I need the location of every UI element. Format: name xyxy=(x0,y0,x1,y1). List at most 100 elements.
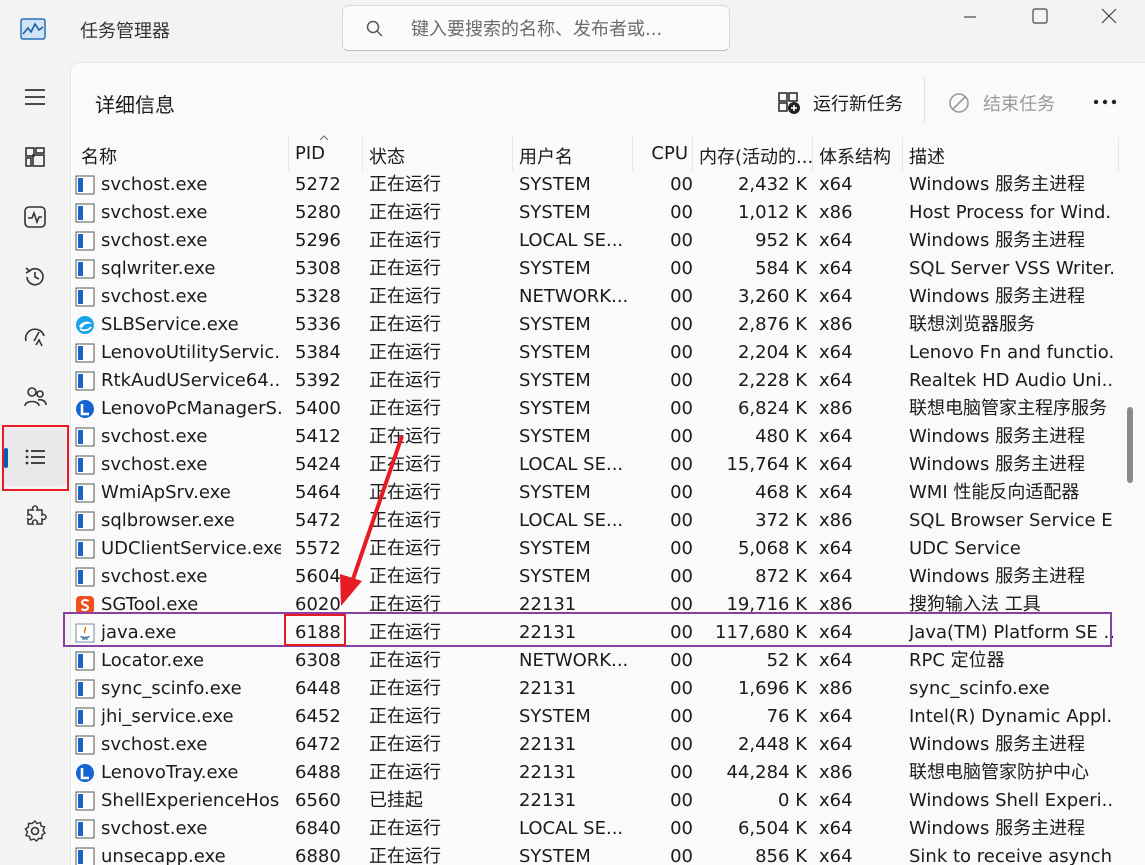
process-architecture: x64 xyxy=(819,818,853,839)
process-description: SQL Server VSS Writer... xyxy=(909,258,1113,279)
svc-icon xyxy=(75,707,95,727)
table-row[interactable]: svchost.exe 5412 正在运行 SYSTEM 00 480 K x64 Windo… xyxy=(71,423,1119,451)
process-pid: 5464 xyxy=(295,482,341,503)
svc-icon xyxy=(75,735,95,755)
process-architecture: x64 xyxy=(819,566,853,587)
process-memory: 52 K xyxy=(766,650,807,671)
process-memory: 480 K xyxy=(755,426,807,447)
table-row[interactable]: UDClientService.exe 5572 正在运行 SYSTEM 00 5,068… xyxy=(71,535,1119,563)
process-user: SYSTEM xyxy=(519,342,591,363)
process-status: 正在运行 xyxy=(369,706,441,727)
column-header-description[interactable]: 描述 xyxy=(903,137,1119,171)
process-architecture: x86 xyxy=(819,398,853,419)
table-row[interactable]: svchost.exe 5272 正在运行 SYSTEM 00 2,432 K x64 Win… xyxy=(71,171,1119,199)
nav-users[interactable] xyxy=(4,368,66,426)
process-name: svchost.exe xyxy=(101,202,208,223)
table-row[interactable]: SLBService.exe 5336 正在运行 SYSTEM 00 2,876 K x86… xyxy=(71,311,1119,339)
table-row[interactable]: LenovoUtilityServic... 5384 正在运行 SYSTEM 00 2,… xyxy=(71,339,1119,367)
column-header-pid-label: PID xyxy=(295,143,326,164)
process-pid: 5336 xyxy=(295,314,341,335)
table-row[interactable]: sync_scinfo.exe 6448 正在运行 22131 00 1,696 K x86… xyxy=(71,675,1119,703)
nav-services[interactable] xyxy=(4,488,66,546)
close-button[interactable] xyxy=(1078,0,1138,34)
process-user: SYSTEM xyxy=(519,538,591,559)
process-pid: 5400 xyxy=(295,398,341,419)
process-description: Sink to receive asynch... xyxy=(909,846,1113,865)
column-header-status[interactable]: 状态 xyxy=(363,137,513,171)
process-description: SQL Browser Service E... xyxy=(909,510,1113,531)
hamburger-menu-button[interactable] xyxy=(4,68,66,126)
process-status: 正在运行 xyxy=(369,454,441,475)
process-description: Host Process for Wind... xyxy=(909,202,1113,223)
svc-icon xyxy=(75,651,95,671)
svc-icon xyxy=(75,455,95,475)
process-user: 22131 xyxy=(519,678,577,699)
table-row[interactable]: LenovoPcManagerS... 5400 正在运行 SYSTEM 00 6,824… xyxy=(71,395,1119,423)
search-input[interactable] xyxy=(411,16,711,42)
process-pid: 6840 xyxy=(295,818,341,839)
process-status: 正在运行 xyxy=(369,370,441,391)
svc-icon xyxy=(75,483,95,503)
process-description: WMI 性能反向适配器 xyxy=(909,482,1080,503)
process-description: Windows Shell Experi... xyxy=(909,790,1113,811)
process-architecture: x64 xyxy=(819,230,853,251)
table-row[interactable]: unsecapp.exe 6880 正在运行 SYSTEM 00 856 K x64 Sink… xyxy=(71,843,1119,865)
column-header-memory[interactable]: 内存(活动的... xyxy=(693,137,813,171)
nav-app-history[interactable] xyxy=(4,248,66,306)
process-name: LenovoTray.exe xyxy=(101,762,239,783)
process-pid: 6452 xyxy=(295,706,341,727)
table-row[interactable]: Locator.exe 6308 正在运行 NETWORK... 00 52 K x64 RP… xyxy=(71,647,1119,675)
nav-performance[interactable] xyxy=(4,188,66,246)
process-status: 正在运行 xyxy=(369,398,441,419)
process-name: svchost.exe xyxy=(101,286,208,307)
column-header-user[interactable]: 用户名 xyxy=(513,137,633,171)
process-name: SLBService.exe xyxy=(101,314,239,335)
column-header-cpu[interactable]: CPU xyxy=(633,137,693,171)
run-new-task-button[interactable]: 运行新任务 xyxy=(777,85,903,121)
vertical-scrollbar[interactable] xyxy=(1127,407,1133,483)
svc-icon xyxy=(75,567,95,587)
table-row[interactable]: svchost.exe 5280 正在运行 SYSTEM 00 1,012 K x86 Hos… xyxy=(71,199,1119,227)
process-description: 联想浏览器服务 xyxy=(909,314,1035,335)
more-options-button[interactable] xyxy=(1089,89,1121,115)
minimize-button[interactable] xyxy=(940,0,1000,34)
table-row[interactable]: sqlwriter.exe 5308 正在运行 SYSTEM 00 584 K x64 SQL… xyxy=(71,255,1119,283)
process-pid: 5272 xyxy=(295,174,341,195)
process-name: svchost.exe xyxy=(101,426,208,447)
process-cpu: 00 xyxy=(670,734,693,755)
nav-settings[interactable] xyxy=(4,802,66,860)
nav-processes[interactable] xyxy=(4,128,66,186)
end-task-button[interactable]: 结束任务 xyxy=(947,85,1055,121)
table-row[interactable]: svchost.exe 5296 正在运行 LOCAL SE... 00 952 K x64… xyxy=(71,227,1119,255)
table-row[interactable]: sqlbrowser.exe 5472 正在运行 LOCAL SE... 00 372 K… xyxy=(71,507,1119,535)
process-cpu: 00 xyxy=(670,482,693,503)
performance-pulse-icon xyxy=(24,206,46,228)
table-row[interactable]: LenovoTray.exe 6488 正在运行 22131 00 44,284 K x86… xyxy=(71,759,1119,787)
table-row[interactable]: ShellExperienceHos... 6560 已挂起 22131 00 0 K x6… xyxy=(71,787,1119,815)
process-pid: 5280 xyxy=(295,202,341,223)
process-architecture: x64 xyxy=(819,538,853,559)
table-row[interactable]: RtkAudUService64.... 5392 正在运行 SYSTEM 00 2,22… xyxy=(71,367,1119,395)
end-task-label: 结束任务 xyxy=(983,94,1055,115)
process-name: LenovoPcManagerS... xyxy=(101,398,281,419)
process-status: 正在运行 xyxy=(369,734,441,755)
table-row[interactable]: svchost.exe 5328 正在运行 NETWORK... 00 3,260 K x6… xyxy=(71,283,1119,311)
column-header-pid[interactable]: PID xyxy=(289,135,363,171)
table-row[interactable]: svchost.exe 6840 正在运行 LOCAL SE... 00 6,504 K x… xyxy=(71,815,1119,843)
search-box[interactable] xyxy=(342,5,730,51)
column-header-architecture[interactable]: 体系结构 xyxy=(813,137,903,171)
table-row[interactable]: jhi_service.exe 6452 正在运行 SYSTEM 00 76 K x64 In… xyxy=(71,703,1119,731)
process-status: 正在运行 xyxy=(369,482,441,503)
table-row[interactable]: WmiApSrv.exe 5464 正在运行 SYSTEM 00 468 K x64 WMI … xyxy=(71,479,1119,507)
process-cpu: 00 xyxy=(670,370,693,391)
process-status: 正在运行 xyxy=(369,174,441,195)
table-row[interactable]: svchost.exe 5424 正在运行 LOCAL SE... 00 15,764 K… xyxy=(71,451,1119,479)
table-row[interactable]: svchost.exe 5604 正在运行 SYSTEM 00 872 K x64 Windo… xyxy=(71,563,1119,591)
maximize-button[interactable] xyxy=(1010,0,1070,34)
table-row[interactable]: svchost.exe 6472 正在运行 22131 00 2,448 K x64 Wind… xyxy=(71,731,1119,759)
column-header-name[interactable]: 名称 xyxy=(71,137,289,171)
process-pid: 5308 xyxy=(295,258,341,279)
nav-startup[interactable] xyxy=(4,308,66,366)
process-pid: 6308 xyxy=(295,650,341,671)
process-description: Windows 服务主进程 xyxy=(909,566,1086,587)
